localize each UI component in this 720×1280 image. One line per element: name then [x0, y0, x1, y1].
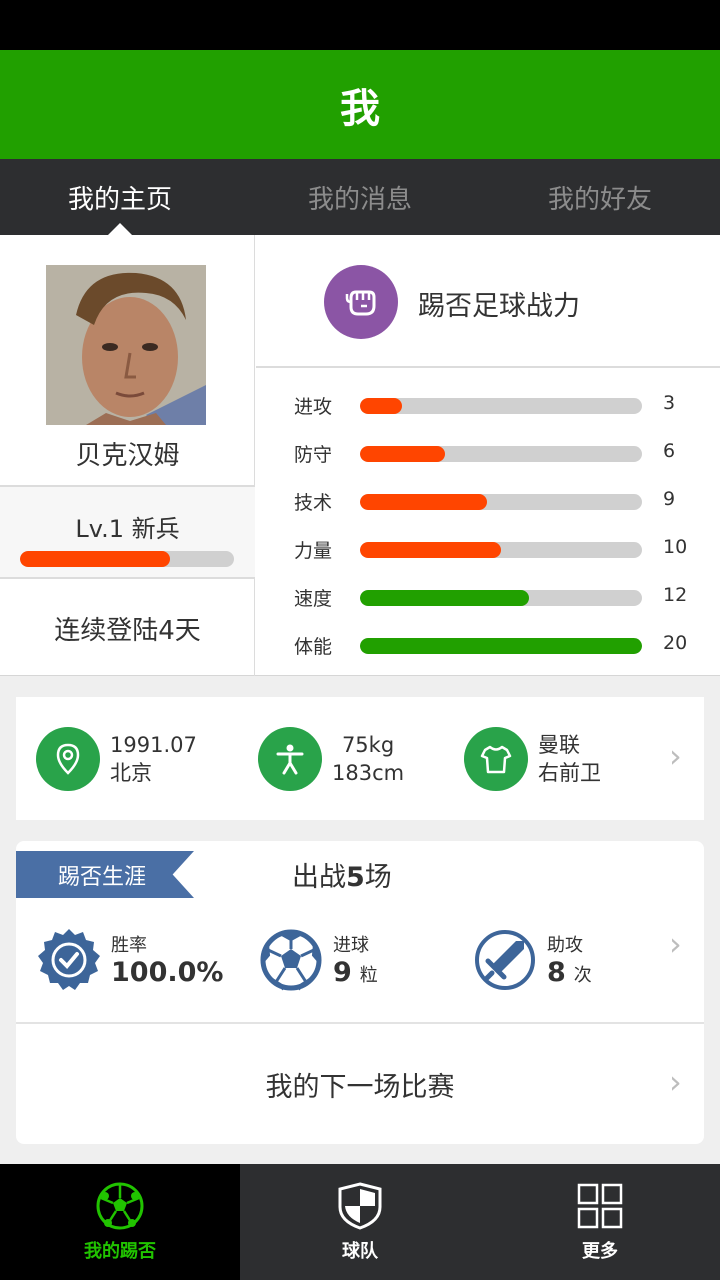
career-card: 踢否生涯 出战5场 胜率 100.0% 进球 9粒 助攻 8 次 › 我的下一场…	[16, 841, 704, 1144]
stat-bar	[360, 590, 642, 606]
birth-location-item: 1991.07 北京	[36, 727, 197, 791]
stat-row-strength: 力量 10	[294, 536, 694, 564]
stat-label: 技术	[294, 492, 333, 514]
stat-bar	[360, 446, 642, 462]
next-match-link[interactable]: 我的下一场比赛	[16, 1065, 704, 1104]
profile-panel: 贝克汉姆 Lv.1 新兵 连续登陆4天 踢否足球战力 进攻 3 防守 6 技术 …	[0, 235, 720, 676]
chevron-right-icon[interactable]: ›	[669, 925, 682, 963]
jersey-icon	[464, 727, 528, 791]
stat-value: 6	[663, 440, 676, 462]
stat-value: 3	[663, 392, 676, 414]
stat-row-defense: 防守 6	[294, 440, 694, 468]
stat-bar-fill	[360, 446, 445, 462]
stat-bar	[360, 494, 642, 510]
stat-bar	[360, 542, 642, 558]
chevron-right-icon: ›	[669, 737, 682, 775]
chevron-right-icon[interactable]: ›	[669, 1063, 682, 1101]
login-streak-text: 连续登陆4天	[54, 616, 201, 646]
tab-my-messages[interactable]: 我的消息	[240, 159, 480, 235]
nav-label: 更多	[582, 1241, 618, 1262]
stat-label: 力量	[294, 540, 333, 562]
birth-date: 1991.07	[110, 733, 197, 757]
assists-stat[interactable]: 助攻 8次	[472, 927, 672, 993]
power-header: 踢否足球战力	[256, 235, 720, 368]
assists-value: 8次	[547, 957, 592, 988]
nav-team[interactable]: 球队	[240, 1164, 480, 1280]
assists-label: 助攻	[547, 935, 583, 956]
player-name: 贝克汉姆	[75, 441, 180, 471]
stat-bar	[360, 398, 642, 414]
stat-row-speed: 速度 12	[294, 584, 694, 612]
win-rate-label: 胜率	[111, 935, 147, 956]
grid-icon	[575, 1181, 625, 1231]
nav-more[interactable]: 更多	[480, 1164, 720, 1280]
page-title: 我	[0, 50, 720, 159]
profile-left-column: 贝克汉姆 Lv.1 新兵 连续登陆4天	[0, 235, 255, 676]
avatar[interactable]	[46, 265, 206, 425]
stat-bar	[360, 638, 642, 654]
position: 右前卫	[538, 761, 601, 785]
height: 183cm	[332, 761, 405, 785]
stat-value: 9	[663, 488, 676, 510]
level-progress-bar	[20, 551, 234, 567]
goals-value: 9粒	[333, 957, 378, 988]
body-stats-item: 75kg 183cm	[258, 727, 404, 791]
bottom-navigation: 我的踢否 球队 更多	[0, 1164, 720, 1280]
stat-bar-fill	[360, 494, 487, 510]
tab-my-friends[interactable]: 我的好友	[480, 159, 720, 235]
shield-icon	[335, 1181, 385, 1231]
stat-label: 体能	[294, 636, 333, 658]
club-position-item: 曼联 右前卫	[464, 727, 601, 791]
sword-icon	[472, 927, 538, 993]
stat-bar-fill	[360, 398, 403, 414]
stat-row-technique: 技术 9	[294, 488, 694, 516]
stat-row-stamina: 体能 20	[294, 632, 694, 660]
nav-label: 球队	[342, 1241, 378, 1262]
stat-value: 10	[663, 536, 688, 558]
level-progress-fill	[20, 551, 170, 567]
club: 曼联	[538, 733, 580, 757]
level-text: Lv.1 新兵	[75, 515, 180, 543]
goals-stat[interactable]: 进球 9粒	[258, 927, 458, 993]
soccer-ball-icon	[95, 1181, 145, 1231]
city: 北京	[110, 761, 152, 785]
stat-row-attack: 进攻 3	[294, 392, 694, 420]
weight: 75kg	[341, 733, 395, 757]
player-info-card[interactable]: 1991.07 北京 75kg 183cm 曼联 右前卫 ›	[16, 697, 704, 820]
stat-label: 速度	[294, 588, 333, 610]
nav-label: 我的踢否	[84, 1241, 156, 1262]
stat-value: 12	[663, 584, 688, 606]
status-bar	[0, 0, 720, 50]
stat-label: 进攻	[294, 396, 333, 418]
person-icon	[258, 727, 322, 791]
nav-my-tifou[interactable]: 我的踢否	[0, 1164, 240, 1280]
stat-bar-fill	[360, 638, 642, 654]
goals-label: 进球	[333, 935, 369, 956]
badge-check-icon	[36, 927, 102, 993]
soccer-ball-icon	[258, 927, 324, 993]
stat-value: 20	[663, 632, 688, 654]
stat-label: 防守	[294, 444, 333, 466]
win-rate-stat[interactable]: 胜率 100.0%	[36, 927, 236, 993]
fist-icon	[324, 265, 398, 339]
career-title: 出战5场	[292, 862, 392, 893]
power-panel: 踢否足球战力 进攻 3 防守 6 技术 9 力量 10 速度 12 体能 20	[256, 235, 720, 676]
win-rate-value: 100.0%	[111, 957, 224, 988]
top-tabs: 我的主页 我的消息 我的好友	[0, 159, 720, 235]
location-pin-icon	[36, 727, 100, 791]
divider	[0, 577, 255, 579]
tab-my-homepage[interactable]: 我的主页	[0, 159, 240, 235]
divider	[16, 1022, 704, 1024]
stat-bar-fill	[360, 590, 530, 606]
power-title: 踢否足球战力	[418, 291, 580, 322]
career-ribbon: 踢否生涯	[16, 851, 194, 898]
stat-bar-fill	[360, 542, 501, 558]
